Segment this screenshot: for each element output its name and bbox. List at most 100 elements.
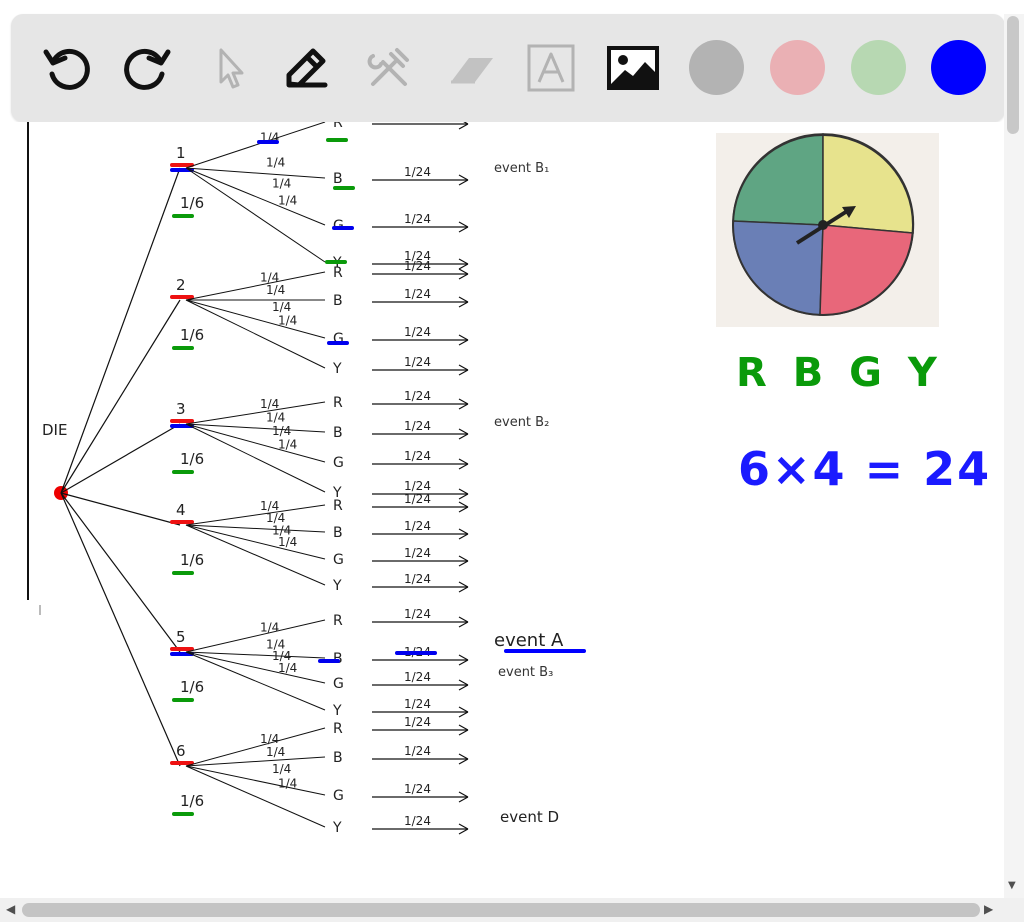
select-pointer-icon [219, 48, 244, 89]
image-icon [607, 46, 659, 90]
event-b1-label: event B₁ [494, 161, 549, 176]
branch-prob: 1/4 [272, 762, 291, 776]
branch-prob: 1/4 [278, 776, 297, 790]
spinner-outcome-label: R [333, 395, 343, 411]
outcome-prob: 1/24 [404, 744, 431, 758]
spinner-colors-note: R B G Y [736, 350, 943, 396]
outcome-prob: 1/24 [404, 165, 431, 179]
spinner-outcome-label: Y [332, 820, 342, 836]
spinner-outcome-label: Y [332, 578, 342, 594]
color-swatch-green[interactable] [851, 40, 906, 95]
die-face-label: 6 [176, 742, 186, 760]
branch-prob: 1/4 [278, 314, 297, 328]
outcome-prob: 1/24 [404, 607, 431, 621]
outcome-prob: 1/24 [404, 782, 431, 796]
spinner-branch [185, 765, 326, 796]
spinner-photo [716, 133, 939, 327]
scroll-down-arrow-icon[interactable]: ▼ [1008, 880, 1016, 891]
die-face-prob: 1/6 [180, 678, 204, 696]
spinner-outcome-label: Y [332, 703, 342, 719]
branch-prob: 1/4 [260, 732, 279, 746]
outcome-prob: 1/24 [404, 670, 431, 684]
die-branch [60, 167, 181, 494]
branch-prob: 1/4 [260, 397, 279, 411]
outcome-prob: 1/24 [404, 697, 431, 711]
redo-button[interactable] [117, 38, 177, 98]
spinner-outcome-label: B [333, 525, 343, 541]
spinner-branch [185, 524, 326, 586]
die-branch [60, 423, 181, 494]
image-button[interactable] [603, 38, 663, 98]
event-a-label: event A [494, 630, 564, 651]
branch-prob: 1/4 [266, 411, 285, 425]
branch-prob: 1/4 [272, 177, 291, 191]
spinner-branch [185, 167, 326, 263]
outcome-prob: 1/24 [404, 212, 431, 226]
spinner-branch [185, 524, 326, 533]
horizontal-scroll-thumb[interactable] [22, 903, 980, 917]
spinner-branch [185, 756, 326, 767]
branch-prob: 1/4 [278, 438, 297, 452]
spinner-outcome-label: G [333, 552, 344, 568]
spinner-branch [185, 122, 326, 169]
select-button[interactable] [199, 38, 259, 98]
color-swatch-pink[interactable] [770, 40, 825, 95]
branch-prob: 1/4 [266, 745, 285, 759]
spinner-branch [185, 651, 326, 711]
spinner-outcome-label: R [333, 122, 343, 131]
undo-icon [43, 48, 90, 90]
undo-button[interactable] [37, 38, 97, 98]
spinner-outcome-label: R [333, 613, 343, 629]
die-face-label: 1 [176, 144, 186, 162]
spinner-branch [185, 423, 326, 493]
outcome-prob: 1/24 [404, 715, 431, 729]
scroll-left-arrow-icon[interactable]: ◀ [6, 902, 15, 916]
tools-icon [367, 48, 409, 86]
spinner-outcome-label: R [333, 498, 343, 514]
text-icon [527, 44, 575, 92]
branch-prob: 1/4 [272, 300, 291, 314]
die-face-label: 3 [176, 400, 186, 418]
spinner-outcome-label: Y [332, 361, 342, 377]
branch-prob: 1/4 [278, 193, 297, 207]
color-swatch-gray[interactable] [689, 40, 744, 95]
spinner-branch [185, 423, 326, 463]
redo-icon [124, 48, 171, 90]
branch-prob: 1/4 [278, 535, 297, 549]
outcome-prob: 1/24 [404, 419, 431, 433]
branch-prob: 1/4 [278, 661, 297, 675]
spinner-branch [185, 727, 326, 767]
outcome-prob: 1/24 [404, 492, 431, 506]
spinner-outcome-label: B [333, 171, 343, 187]
eraser-button[interactable] [441, 38, 501, 98]
text-button[interactable] [521, 38, 581, 98]
outcome-prob: 1/24 [404, 479, 431, 493]
window-top-edge [0, 0, 1024, 14]
die-face-label: 5 [176, 628, 186, 646]
spinner-branch [185, 299, 326, 339]
scroll-right-arrow-icon[interactable]: ▶ [984, 902, 993, 916]
color-swatch-blue[interactable] [931, 40, 986, 95]
die-face-label: 4 [176, 501, 186, 519]
spinner-branch [185, 619, 326, 653]
spinner-branch [185, 423, 326, 433]
vertical-scrollbar[interactable] [1004, 14, 1024, 898]
event-d-label: event D [500, 808, 559, 826]
whiteboard-canvas[interactable]: DIE 1 1/6 2 1/6 3 1/6 4 1/6 5 1/6 6 1/6 1/4 R 1/24 1/4… [0, 122, 1004, 898]
pen-icon [286, 48, 328, 88]
spinner-outcome-label: R [333, 721, 343, 737]
spinner-hub [818, 220, 828, 230]
probability-tree-diagram: DIE 1 1/6 2 1/6 3 1/6 4 1/6 5 1/6 6 1/6 1/4 R 1/24 1/4… [27, 122, 991, 836]
pen-button[interactable] [277, 38, 337, 98]
spinner-outcome-label: G [333, 676, 344, 692]
outcome-prob: 1/24 [404, 389, 431, 403]
total-outcomes-note: 6×4 = 24 [738, 442, 991, 496]
drawing-toolbar [11, 14, 1005, 122]
die-face-prob: 1/6 [180, 792, 204, 810]
outcome-prob: 1/24 [404, 572, 431, 586]
outcome-prob: 1/24 [404, 449, 431, 463]
vertical-scroll-thumb[interactable] [1007, 16, 1019, 134]
event-b3-label: event B₃ [498, 665, 553, 680]
tools-button[interactable] [359, 38, 419, 98]
outcome-prob: 1/24 [404, 546, 431, 560]
